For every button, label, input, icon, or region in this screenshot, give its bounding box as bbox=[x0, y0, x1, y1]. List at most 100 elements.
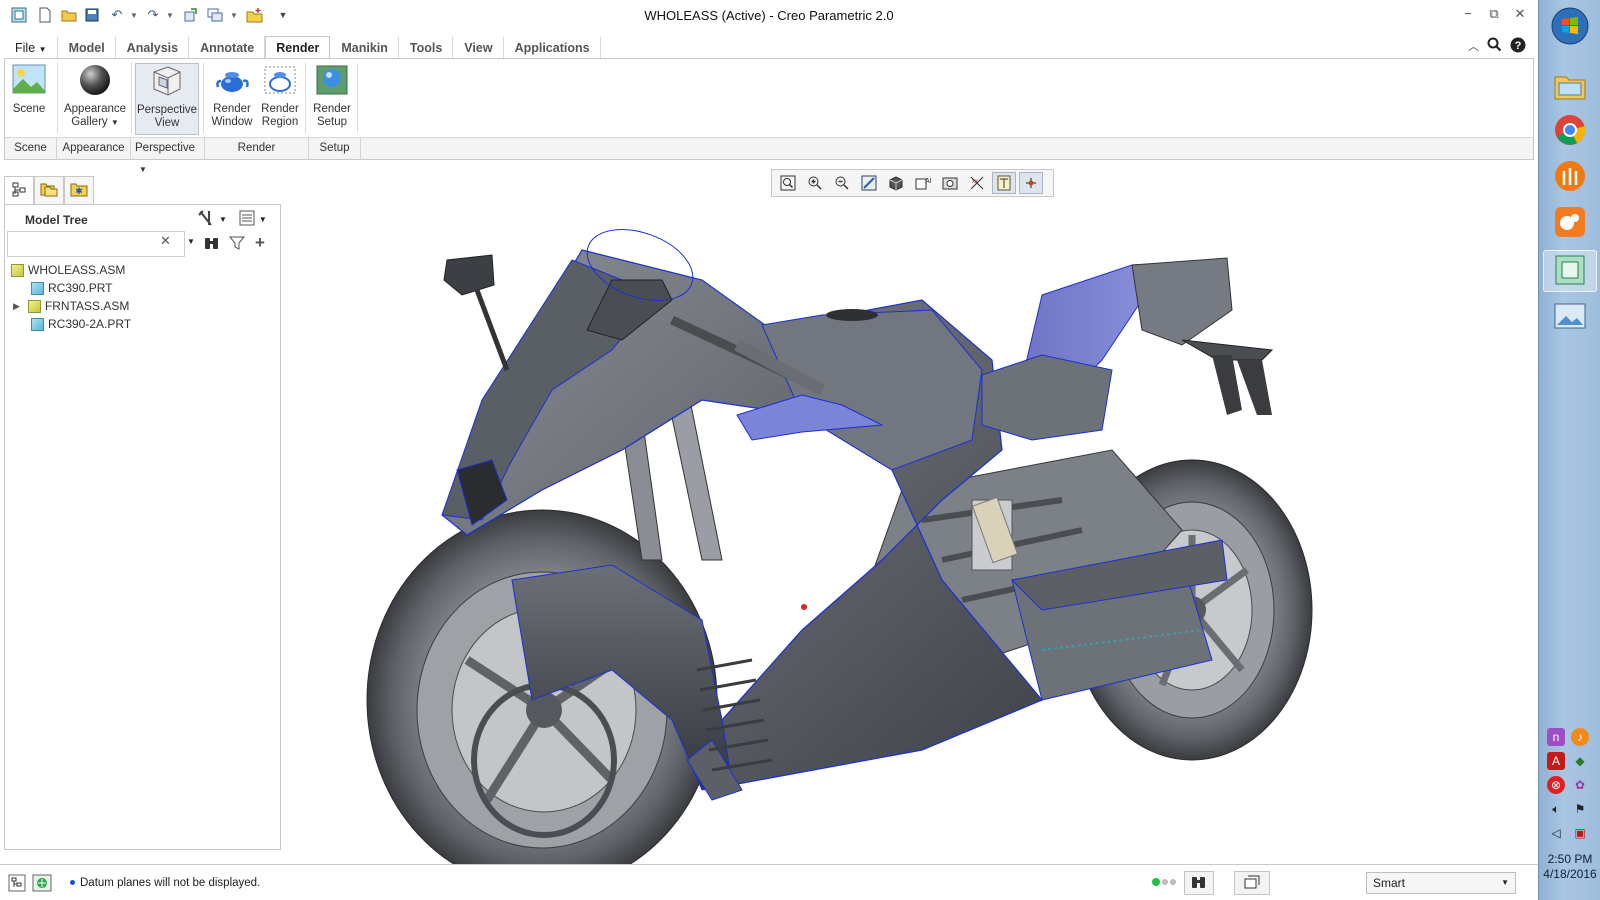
appearance-sphere-icon bbox=[78, 63, 112, 97]
tray-action-center-icon[interactable]: ⚑ bbox=[1571, 800, 1589, 818]
clock-time: 2:50 PM bbox=[1547, 852, 1593, 866]
group-appearance: Appearance bbox=[57, 138, 131, 160]
render-setup-button[interactable]: Render Setup bbox=[309, 63, 355, 135]
ribbon-controls: ︿ ? bbox=[1468, 36, 1538, 56]
search-icon[interactable] bbox=[1487, 37, 1502, 55]
tray-volume-icon[interactable]: 🔈︎ bbox=[1547, 800, 1565, 818]
folder-browser-tab[interactable] bbox=[34, 176, 64, 204]
ribbon-divider bbox=[305, 63, 306, 133]
repaint-icon[interactable] bbox=[857, 172, 881, 194]
browser-toggle-icon[interactable] bbox=[32, 874, 52, 895]
tab-model[interactable]: Model bbox=[58, 36, 116, 59]
tree-settings-dropdown-icon[interactable]: ▼ bbox=[219, 215, 227, 224]
restore-button[interactable]: ⧉ bbox=[1484, 6, 1504, 24]
file-menu[interactable]: File ▼ bbox=[4, 36, 58, 59]
refit-icon[interactable] bbox=[776, 172, 800, 194]
tab-annotate[interactable]: Annotate bbox=[189, 36, 266, 59]
tab-render[interactable]: Render bbox=[265, 36, 331, 59]
clear-search-icon[interactable]: ✕ bbox=[160, 233, 171, 249]
folder-browser-icon bbox=[40, 181, 58, 200]
zoom-in-icon[interactable] bbox=[803, 172, 827, 194]
assembly-icon bbox=[27, 299, 41, 313]
tab-view[interactable]: View bbox=[453, 36, 504, 59]
favorites-tab[interactable]: ✱ bbox=[64, 176, 94, 204]
tree-item-wholeass[interactable]: WHOLEASS.ASM bbox=[11, 261, 125, 279]
tab-analysis[interactable]: Analysis bbox=[116, 36, 190, 59]
tray-utility-icon[interactable]: ✿ bbox=[1571, 776, 1589, 794]
tree-settings-icon[interactable] bbox=[197, 209, 215, 230]
creo-app-icon bbox=[1553, 253, 1587, 290]
part-icon bbox=[31, 317, 44, 331]
find-button[interactable] bbox=[1184, 871, 1214, 895]
graphics-window[interactable] bbox=[282, 200, 1538, 891]
render-region-button[interactable]: Render Region bbox=[257, 63, 303, 135]
tray-network-share-icon[interactable]: ◆ bbox=[1571, 752, 1589, 770]
tray-acrobat-icon[interactable]: A bbox=[1547, 752, 1565, 770]
filter-icon[interactable] bbox=[228, 235, 246, 254]
close-button[interactable]: ✕ bbox=[1510, 6, 1530, 24]
perspective-label-2: View bbox=[154, 117, 180, 129]
display-style-icon[interactable] bbox=[884, 172, 908, 194]
tray-network-error-icon[interactable]: ▣ bbox=[1571, 824, 1589, 842]
minimize-ribbon-icon[interactable]: ︿ bbox=[1468, 38, 1479, 54]
perspective-label-1: Perspective bbox=[136, 104, 198, 116]
tab-manikin[interactable]: Manikin bbox=[330, 36, 399, 59]
perspective-view-button[interactable]: Perspective View bbox=[135, 63, 199, 135]
help-icon[interactable]: ? bbox=[1510, 37, 1526, 56]
selection-filter-dropdown[interactable]: Smart ▼ bbox=[1366, 872, 1516, 894]
start-button[interactable] bbox=[1543, 6, 1597, 48]
tree-toolbar: ▼ ▼ bbox=[197, 209, 277, 229]
annotation-display-icon[interactable] bbox=[992, 172, 1016, 194]
taskbar-uc-browser[interactable] bbox=[1543, 202, 1597, 244]
render-window-button[interactable]: Render Window bbox=[209, 63, 255, 135]
tray-onenote-icon[interactable]: n bbox=[1547, 728, 1565, 746]
appearance-label-2: Gallery bbox=[71, 116, 108, 128]
taskbar-photo-viewer[interactable] bbox=[1543, 296, 1597, 338]
datum-display-filters-icon[interactable]: xx bbox=[965, 172, 989, 194]
saved-orientations-icon[interactable]: AB bbox=[911, 172, 935, 194]
taskbar-explorer[interactable] bbox=[1543, 66, 1597, 108]
taskbar-creo[interactable] bbox=[1543, 250, 1597, 292]
find-binoculars-icon[interactable] bbox=[203, 235, 221, 254]
tab-tools[interactable]: Tools bbox=[399, 36, 454, 59]
taskbar-media-player[interactable] bbox=[1543, 156, 1597, 198]
tray-antivirus-icon[interactable]: ⊗ bbox=[1547, 776, 1565, 794]
system-clock[interactable]: 2:50 PM 4/18/2016 bbox=[1539, 852, 1600, 882]
show-columns-icon[interactable] bbox=[239, 210, 255, 229]
expand-arrow-icon[interactable]: ▶ bbox=[13, 297, 20, 315]
appearance-gallery-button[interactable]: Appearance Gallery ▼ bbox=[59, 63, 131, 135]
navigator-toggle-icon[interactable] bbox=[8, 874, 26, 895]
tab-applications[interactable]: Applications bbox=[504, 36, 601, 59]
part-icon bbox=[31, 281, 44, 295]
minimize-button[interactable]: − bbox=[1458, 6, 1478, 24]
status-bar: Datum planes will not be displayed. Smar… bbox=[0, 864, 1538, 900]
render-setup-icon bbox=[315, 63, 349, 97]
tray-speaker-icon[interactable]: ◁ bbox=[1547, 824, 1565, 842]
ribbon-tabs: File ▼ Model Analysis Annotate Render Ma… bbox=[4, 36, 601, 59]
search-dropdown-icon[interactable]: ▼ bbox=[187, 237, 195, 246]
tree-item-label: FRNTASS.ASM bbox=[44, 299, 130, 313]
svg-text:AB: AB bbox=[925, 178, 931, 185]
status-message: Datum planes will not be displayed. bbox=[80, 877, 261, 889]
selection-filter-value: Smart bbox=[1373, 876, 1406, 890]
model-tree-tab[interactable] bbox=[4, 176, 34, 204]
selection-box-button[interactable] bbox=[1234, 871, 1270, 895]
zoom-out-icon[interactable] bbox=[830, 172, 854, 194]
photo-viewer-icon bbox=[1553, 301, 1587, 334]
spin-center-icon[interactable] bbox=[1019, 172, 1043, 194]
svg-text:✱: ✱ bbox=[75, 187, 83, 197]
tree-item-rc390-prt[interactable]: RC390.PRT bbox=[31, 279, 112, 297]
teapot-region-icon bbox=[263, 63, 297, 97]
tree-item-frntass[interactable]: ▶ FRNTASS.ASM bbox=[13, 297, 129, 315]
taskbar-chrome[interactable] bbox=[1543, 110, 1597, 152]
group-perspective[interactable]: Perspective ▼ bbox=[131, 138, 205, 174]
scene-label: Scene bbox=[12, 103, 46, 115]
scene-button[interactable]: Scene bbox=[9, 63, 49, 135]
tray-media-icon[interactable]: ♪ bbox=[1571, 728, 1589, 746]
view-manager-icon[interactable] bbox=[938, 172, 962, 194]
show-columns-dropdown-icon[interactable]: ▼ bbox=[259, 215, 267, 224]
add-column-icon[interactable]: + bbox=[255, 233, 265, 253]
tree-item-rc390-2a[interactable]: RC390-2A.PRT bbox=[31, 315, 131, 333]
tree-search-input[interactable] bbox=[7, 231, 185, 257]
render-window-label-1: Render bbox=[213, 103, 251, 115]
